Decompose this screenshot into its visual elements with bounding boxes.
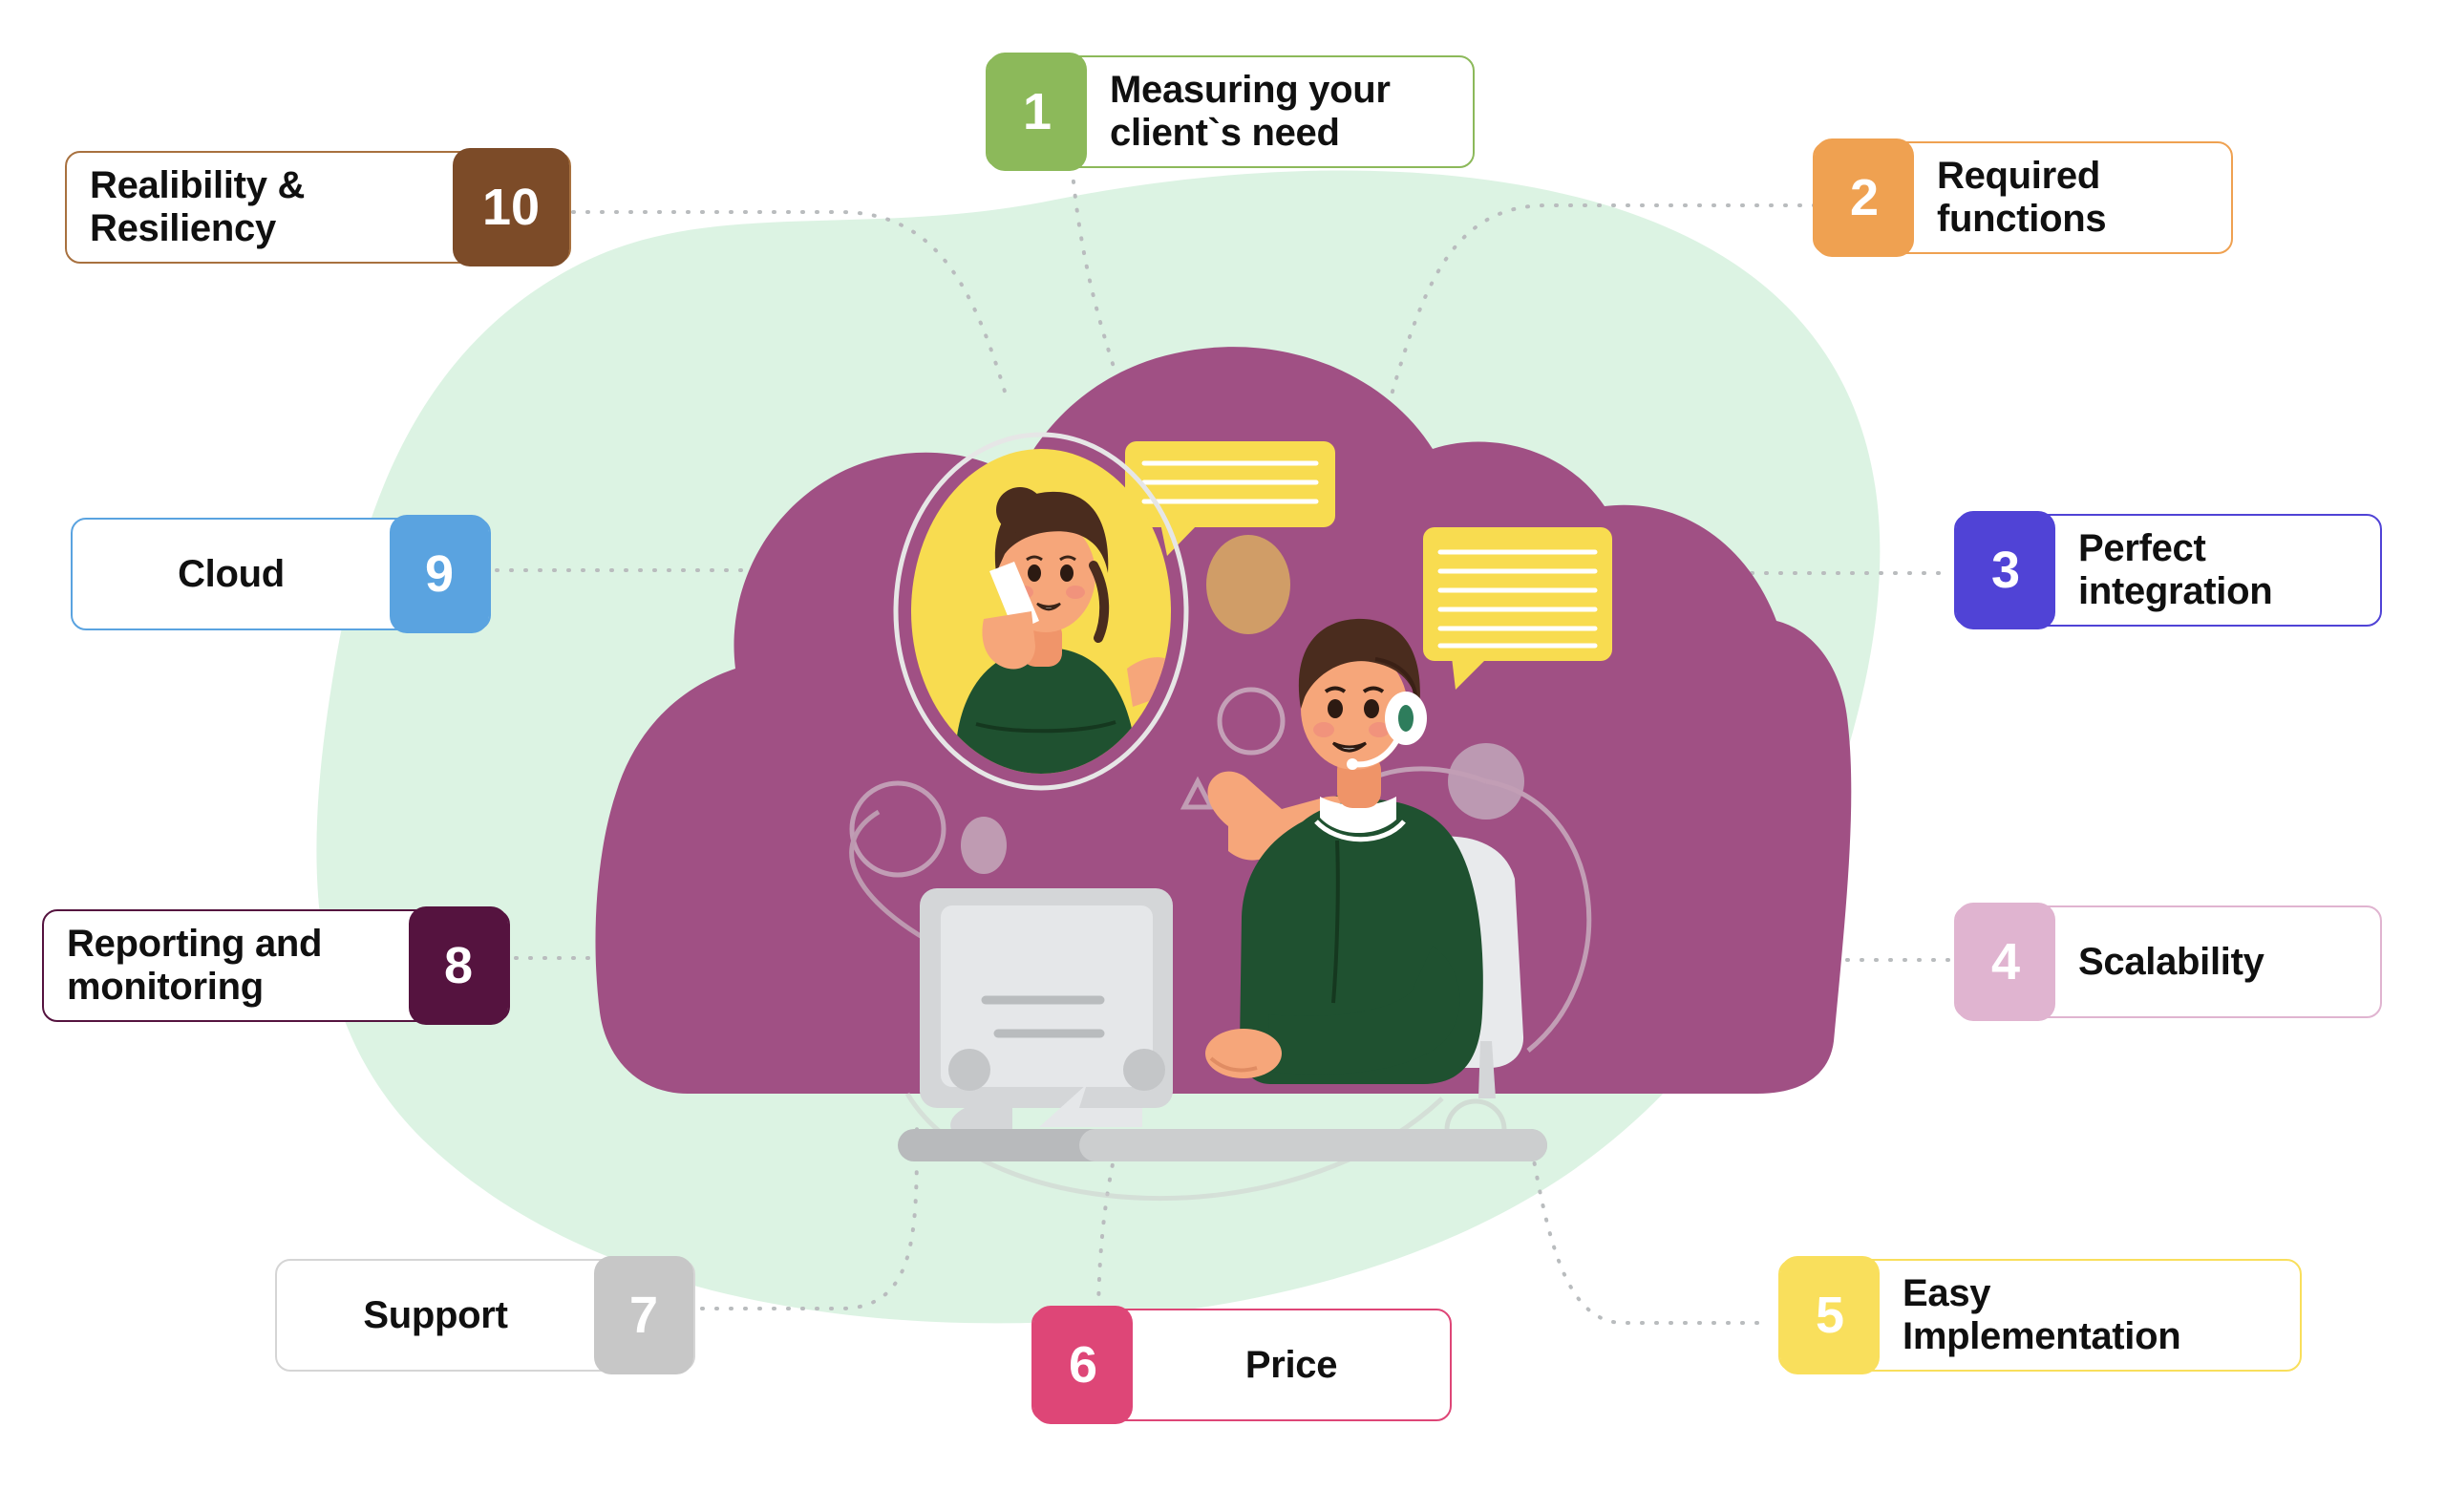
item-8-label: Reporting and monitoring: [67, 923, 323, 1008]
item-9-label: Cloud: [178, 552, 285, 595]
desktop-monitor: [920, 888, 1173, 1133]
item-1-badge: 1: [988, 53, 1087, 171]
item-5-badge: 5: [1780, 1256, 1880, 1374]
item-5-label: Easy Implementation: [1903, 1272, 2181, 1357]
item-9-badge: 9: [390, 515, 489, 633]
item-6-badge: 6: [1033, 1306, 1133, 1424]
item-7[interactable]: Support 7: [275, 1256, 695, 1374]
item-10[interactable]: Realibility & Resiliency 10: [65, 148, 571, 266]
desk-keyboard-bar: [898, 1129, 1547, 1161]
item-2[interactable]: 2 Required functions: [1813, 138, 2233, 257]
item-9[interactable]: Cloud 9: [71, 515, 491, 633]
item-3-badge: 3: [1956, 511, 2055, 629]
item-7-badge: 7: [594, 1256, 693, 1374]
item-2-badge: 2: [1815, 138, 1914, 257]
item-3-label: Perfect integration: [2078, 527, 2273, 612]
infographic-canvas: 1 Measuring your client`s need 2 Require…: [0, 0, 2445, 1512]
item-1[interactable]: 1 Measuring your client`s need: [986, 53, 1475, 171]
item-5[interactable]: 5 Easy Implementation: [1778, 1256, 2302, 1374]
item-4-label: Scalability: [2078, 940, 2264, 983]
item-8[interactable]: Reporting and monitoring 8: [42, 906, 510, 1025]
item-7-label: Support: [363, 1293, 508, 1336]
item-10-badge: 10: [453, 148, 569, 266]
item-2-label: Required functions: [1937, 155, 2107, 240]
item-6-label: Price: [1244, 1343, 1338, 1386]
client-avatar-video-call: [893, 432, 1189, 791]
item-4[interactable]: 4 Scalability: [1954, 903, 2382, 1021]
item-3[interactable]: 3 Perfect integration: [1954, 511, 2382, 629]
item-4-badge: 4: [1956, 903, 2055, 1021]
item-10-label: Realibility & Resiliency: [90, 164, 306, 249]
item-8-badge: 8: [409, 906, 508, 1025]
item-1-label: Measuring your client`s need: [1110, 69, 1391, 154]
item-6[interactable]: 6 Price: [1031, 1306, 1452, 1424]
